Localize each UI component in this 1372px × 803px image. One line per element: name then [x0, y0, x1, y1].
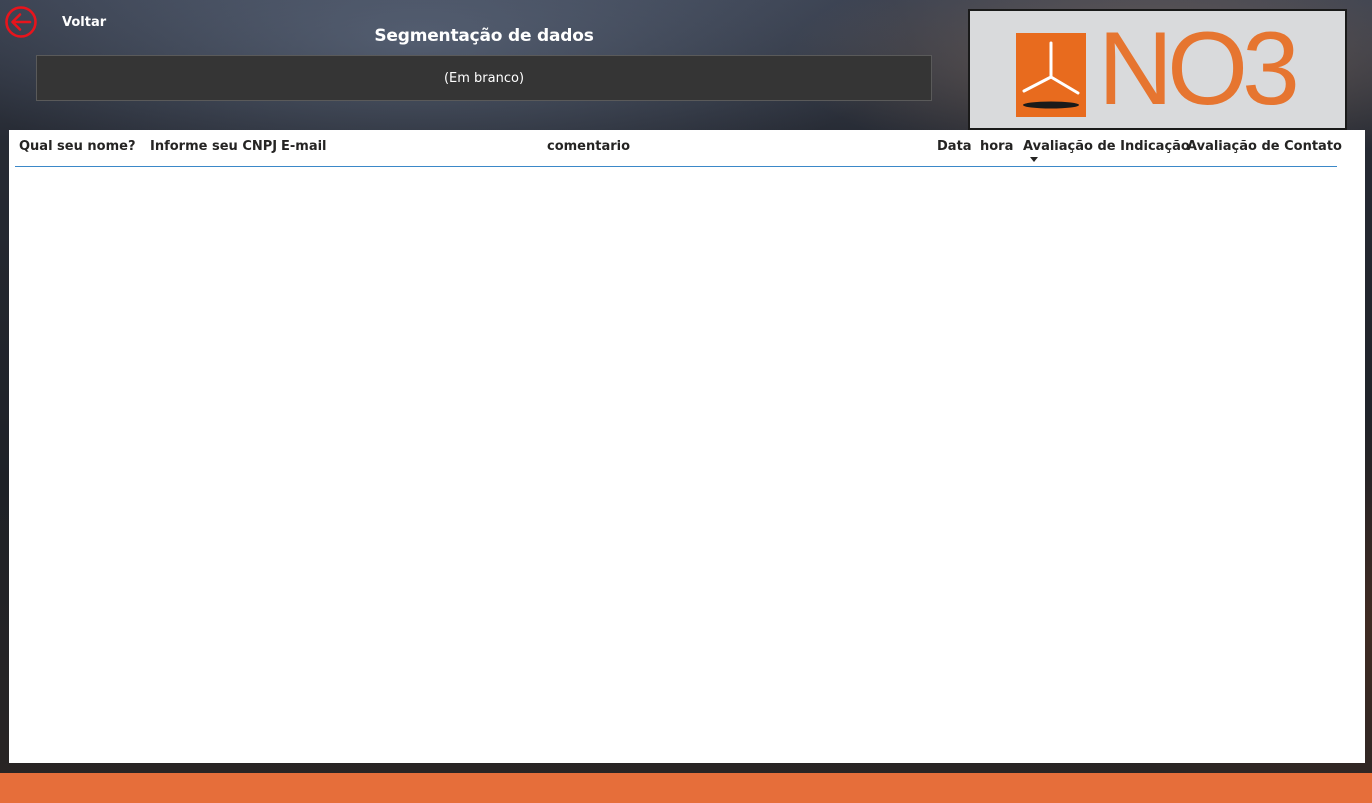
- column-header-nome[interactable]: Qual seu nome?: [19, 139, 136, 154]
- column-header-hora[interactable]: hora: [980, 139, 1013, 154]
- column-header-cnpj[interactable]: Informe seu CNPJ: [150, 139, 277, 154]
- column-header-email[interactable]: E-mail: [281, 139, 327, 154]
- column-header-data[interactable]: Data: [937, 139, 972, 154]
- slicer-dropdown[interactable]: (Em branco): [36, 55, 932, 101]
- column-header-avaliacao-contato[interactable]: Avaliação de Contato: [1187, 139, 1342, 154]
- column-header-comentario[interactable]: comentario: [547, 139, 630, 154]
- arrow-left-circle-icon: [5, 6, 37, 38]
- footer-bar: [0, 773, 1372, 803]
- slicer-selected-value: (Em branco): [443, 70, 525, 86]
- table-visual: Qual seu nome? Informe seu CNPJ E-mail c…: [9, 130, 1365, 763]
- sort-descending-icon[interactable]: [1030, 157, 1038, 162]
- column-header-avaliacao-indicacao[interactable]: Avaliação de Indicação: [1023, 139, 1190, 154]
- wind-turbine-icon: [1016, 33, 1086, 117]
- company-logo: NO3: [968, 9, 1347, 130]
- logo-text: NO3: [1098, 11, 1300, 127]
- table-header: Qual seu nome? Informe seu CNPJ E-mail c…: [15, 130, 1342, 167]
- report-page: Voltar Segmentação de dados (Em branco) …: [0, 0, 1372, 803]
- slicer-title: Segmentação de dados: [374, 26, 594, 46]
- back-button[interactable]: [4, 5, 38, 39]
